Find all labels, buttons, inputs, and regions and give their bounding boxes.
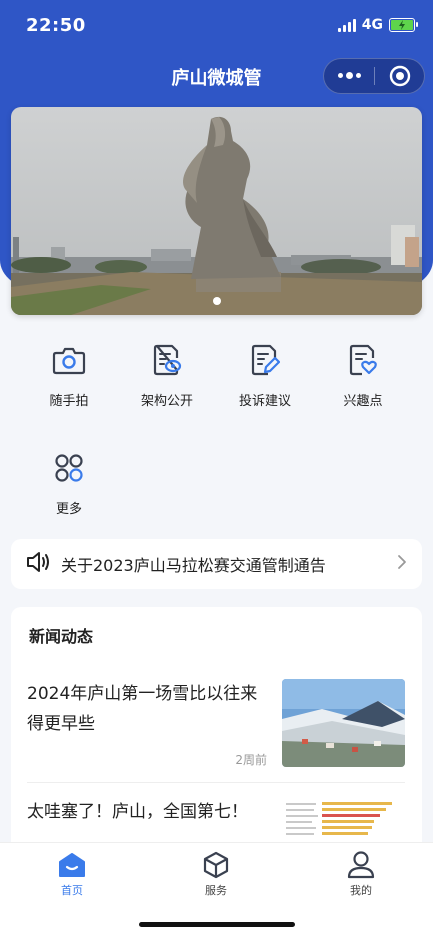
- tab-label: 服务: [205, 884, 227, 897]
- home-indicator: [139, 922, 295, 927]
- service-label: 架构公开: [140, 394, 193, 409]
- tab-label: 我的: [350, 884, 372, 897]
- close-miniprogram-icon[interactable]: [375, 65, 424, 87]
- service-label: 兴趣点: [343, 394, 383, 409]
- news-divider: [27, 782, 405, 783]
- carousel-indicator: [11, 297, 422, 305]
- tab-services[interactable]: 服务: [166, 851, 266, 898]
- user-icon: [311, 851, 411, 879]
- home-icon: [22, 851, 122, 879]
- signal-icon: [337, 18, 356, 32]
- cube-icon: [166, 851, 266, 879]
- chevron-right-icon: [396, 554, 408, 574]
- title-bar: 庐山微城管: [0, 54, 433, 98]
- service-item-complaint[interactable]: 投诉建议: [215, 340, 315, 409]
- document-pen-icon: [215, 340, 315, 380]
- document-heart-icon: [313, 340, 413, 380]
- service-item-more[interactable]: 更多: [19, 448, 119, 517]
- news-thumbnail[interactable]: [282, 679, 405, 767]
- notice-text[interactable]: 关于2023庐山马拉松赛交通管制通告: [61, 552, 396, 576]
- document-eye-icon: [117, 340, 217, 380]
- camera-icon: [19, 340, 119, 380]
- banner-carousel[interactable]: [11, 107, 422, 315]
- service-label: 随手拍: [49, 394, 89, 409]
- statue-photo: [11, 107, 422, 315]
- service-label: 更多: [55, 502, 82, 517]
- service-label: 投诉建议: [238, 394, 291, 409]
- tab-label: 首页: [61, 884, 83, 897]
- news-heading: 新闻动态: [29, 627, 94, 646]
- battery-icon: [389, 18, 418, 32]
- news-title[interactable]: 2024年庐山第一场雪比以往来得更早些: [27, 679, 262, 739]
- service-item-poi[interactable]: 兴趣点: [313, 340, 413, 409]
- more-options-icon[interactable]: [324, 72, 374, 79]
- speaker-icon: [25, 551, 51, 577]
- tab-profile[interactable]: 我的: [311, 851, 411, 898]
- service-item-structure[interactable]: 架构公开: [117, 340, 217, 409]
- grid-more-icon: [19, 448, 119, 488]
- news-item[interactable]: 2024年庐山第一场雪比以往来得更早些 2周前: [27, 679, 405, 769]
- status-time: 22:50: [26, 15, 86, 36]
- network-label: 4G: [361, 17, 383, 33]
- tab-home[interactable]: 首页: [22, 851, 122, 898]
- status-bar: 22:50 4G: [0, 0, 433, 52]
- news-title[interactable]: 太哇塞了！庐山，全国第七！: [27, 797, 262, 827]
- miniprogram-capsule: [323, 58, 425, 94]
- news-time: 2周前: [235, 753, 267, 767]
- notice-bar[interactable]: 关于2023庐山马拉松赛交通管制通告: [11, 539, 422, 589]
- service-item-snapshot[interactable]: 随手拍: [19, 340, 119, 409]
